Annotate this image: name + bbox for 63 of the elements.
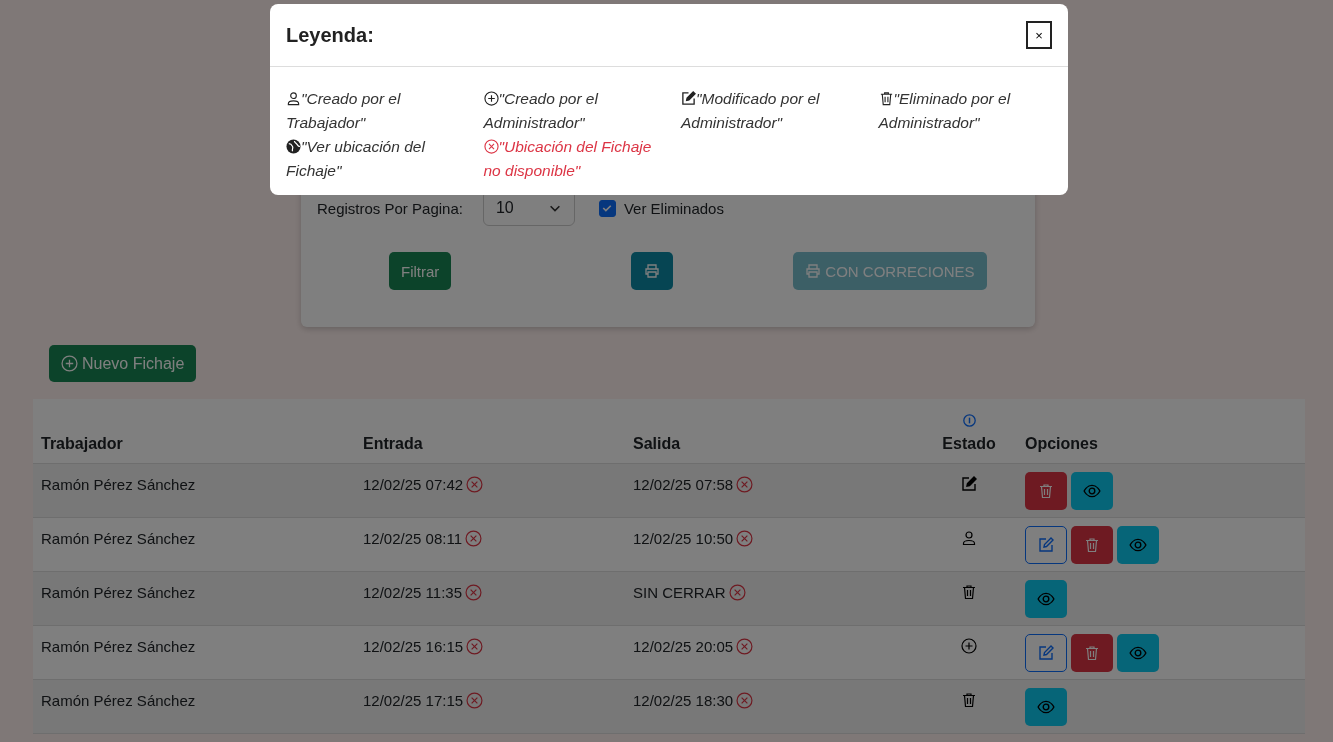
edit-button[interactable] <box>1025 526 1067 564</box>
column-header: Trabajador <box>41 435 123 452</box>
column-header: Salida <box>633 435 681 452</box>
column-header: Estado <box>942 435 996 452</box>
filter-button[interactable]: Filtrar <box>389 252 452 290</box>
view-button[interactable] <box>1117 634 1159 672</box>
delete-button[interactable] <box>1025 472 1067 510</box>
time-cell: 12/02/25 18:30 <box>633 692 734 709</box>
delete-button[interactable] <box>1071 634 1113 672</box>
trash-icon <box>961 692 977 708</box>
worker-cell: Ramón Pérez Sánchez <box>41 530 196 547</box>
trash-icon <box>1038 483 1054 499</box>
time-cell: 12/02/25 11:35 <box>363 584 462 601</box>
time-cell: 12/02/25 08:11 <box>363 530 462 547</box>
worker-cell: Ramón Pérez Sánchez <box>41 638 196 655</box>
worker-cell: Ramón Pérez Sánchez <box>41 584 196 601</box>
person-icon <box>961 530 977 546</box>
time-cell: 12/02/25 10:50 <box>633 530 734 547</box>
legend-entry: "Modificado por el Administrador" <box>681 89 821 133</box>
worker-cell: Ramón Pérez Sánchez <box>41 692 196 709</box>
legend-entry: "Creado por el Trabajador" <box>286 89 402 133</box>
plus-circle-icon <box>961 638 977 654</box>
edit-icon <box>1038 537 1054 553</box>
eye-icon <box>1129 536 1147 554</box>
time-cell: 12/02/25 17:15 <box>363 692 464 709</box>
time-cell: SIN CERRAR <box>633 584 726 601</box>
trash-icon <box>1084 645 1100 661</box>
checkmark-icon <box>601 202 614 214</box>
view-button[interactable] <box>1117 526 1159 564</box>
time-cell: 12/02/25 20:05 <box>633 638 734 655</box>
column-header: Opciones <box>1025 435 1098 452</box>
show-deleted-label: Ver Eliminados <box>623 199 724 217</box>
edit-icon <box>961 476 977 492</box>
edit-icon <box>1038 645 1054 661</box>
delete-button[interactable] <box>1071 526 1113 564</box>
edit-button[interactable] <box>1025 634 1067 672</box>
view-button[interactable] <box>1025 580 1067 618</box>
view-button[interactable] <box>1071 472 1113 510</box>
eye-icon <box>1037 590 1055 608</box>
column-header: Entrada <box>363 435 423 452</box>
eye-icon <box>1129 644 1147 662</box>
time-cell: 12/02/25 07:42 <box>363 476 464 493</box>
show-deleted-checkbox[interactable] <box>598 199 616 217</box>
legend-entry: "Ubicación del Fichaje no disponible" <box>483 137 653 181</box>
time-cell: 12/02/25 16:15 <box>363 638 464 655</box>
per-page-label: Registros Por Pagina: <box>317 199 463 217</box>
new-entry-button[interactable]: Nuevo Fichaje <box>49 345 197 382</box>
time-cell: 12/02/25 07:58 <box>633 476 734 493</box>
eye-icon <box>1083 482 1101 500</box>
printer-icon <box>644 263 661 279</box>
trash-icon <box>961 584 977 600</box>
dialog-title: Leyenda: <box>286 23 374 47</box>
view-button[interactable] <box>1025 688 1067 726</box>
eye-icon <box>1037 698 1055 716</box>
legend-entry: "Ver ubicación del Fichaje" <box>286 137 427 181</box>
legend-entry: "Eliminado por el Administrador" <box>878 89 1012 133</box>
close-button[interactable]: × <box>1026 21 1052 49</box>
plus-circle-icon <box>61 355 78 372</box>
info-icon[interactable] <box>962 414 976 427</box>
print-button[interactable] <box>631 252 674 290</box>
trash-icon <box>1084 537 1100 553</box>
worker-cell: Ramón Pérez Sánchez <box>41 476 196 493</box>
legend-entry: "Creado por el Administrador" <box>483 89 600 133</box>
